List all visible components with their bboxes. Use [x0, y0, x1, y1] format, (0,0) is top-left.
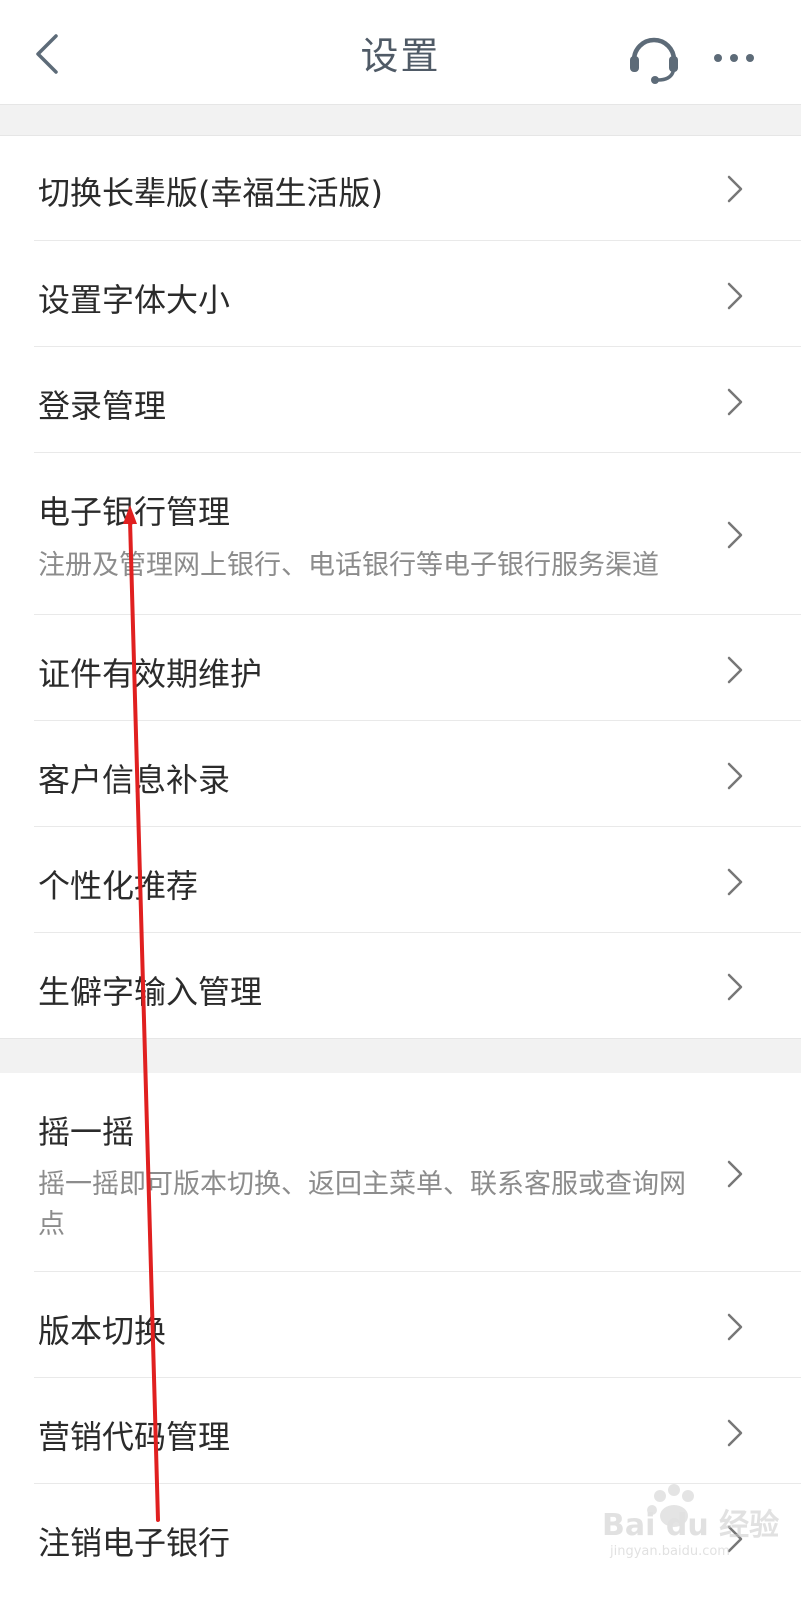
settings-item-label: 营销代码管理: [38, 1418, 231, 1456]
settings-item-label: 摇一摇: [38, 1113, 135, 1151]
chevron-right-icon: [727, 388, 743, 416]
settings-item-personalized-recommendation[interactable]: 个性化推荐: [0, 827, 801, 933]
settings-item-shake[interactable]: 摇一摇 摇一摇即可版本切换、返回主菜单、联系客服或查询网点: [0, 1073, 801, 1272]
chevron-right-icon: [727, 1419, 743, 1447]
settings-item-id-validity[interactable]: 证件有效期维护: [0, 615, 801, 721]
chevron-right-icon: [727, 175, 743, 203]
settings-item-description: 摇一摇即可版本切换、返回主菜单、联系客服或查询网点: [38, 1169, 686, 1240]
section-separator: [0, 1038, 801, 1074]
watermark-brand: Bai du 经验: [602, 1508, 780, 1543]
settings-item-label: 证件有效期维护: [38, 655, 263, 693]
settings-item-elder-mode[interactable]: 切换长辈版(幸福生活版): [0, 136, 801, 241]
settings-item-marketing-code[interactable]: 营销代码管理: [0, 1378, 801, 1484]
more-options-button[interactable]: [710, 38, 758, 78]
settings-item-label: 生僻字输入管理: [38, 973, 263, 1011]
settings-item-login-management[interactable]: 登录管理: [0, 347, 801, 453]
settings-item-rare-character-input[interactable]: 生僻字输入管理: [0, 933, 801, 1038]
settings-item-version-switch[interactable]: 版本切换: [0, 1272, 801, 1378]
settings-item-ebanking-management[interactable]: 电子银行管理 注册及管理网上银行、电话银行等电子银行服务渠道: [0, 453, 801, 615]
chevron-right-icon: [727, 973, 743, 1001]
chevron-right-icon: [727, 868, 743, 896]
chevron-right-icon: [727, 1313, 743, 1341]
settings-item-label: 切换长辈版(幸福生活版): [38, 174, 383, 212]
settings-item-label: 登录管理: [38, 387, 167, 425]
settings-screen: 设置 切换长辈版(幸福生活版) 设置字体大小 登录管理 电子银行管理 注册及管理…: [0, 0, 801, 1600]
settings-item-customer-info[interactable]: 客户信息补录: [0, 721, 801, 827]
section-separator: [0, 105, 801, 136]
chevron-right-icon: [727, 1160, 743, 1188]
more-dots-icon: [714, 54, 754, 62]
settings-item-label: 客户信息补录: [38, 761, 231, 799]
chevron-right-icon: [727, 656, 743, 684]
top-bar: 设置: [0, 0, 801, 105]
settings-item-label: 版本切换: [38, 1312, 167, 1350]
chevron-right-icon: [727, 282, 743, 310]
chevron-right-icon: [727, 762, 743, 790]
settings-item-label: 个性化推荐: [38, 867, 199, 905]
watermark-url: jingyan.baidu.com: [610, 1544, 730, 1559]
customer-service-button[interactable]: [626, 30, 682, 86]
settings-item-label: 电子银行管理: [38, 493, 231, 531]
settings-item-font-size[interactable]: 设置字体大小: [0, 241, 801, 347]
settings-item-description: 注册及管理网上银行、电话银行等电子银行服务渠道: [38, 550, 659, 581]
chevron-right-icon: [727, 521, 743, 549]
settings-item-label: 注销电子银行: [38, 1524, 231, 1562]
watermark: Bai du 经验 jingyan.baidu.com: [602, 1478, 792, 1568]
settings-item-label: 设置字体大小: [38, 281, 231, 319]
headset-icon: [630, 37, 678, 84]
